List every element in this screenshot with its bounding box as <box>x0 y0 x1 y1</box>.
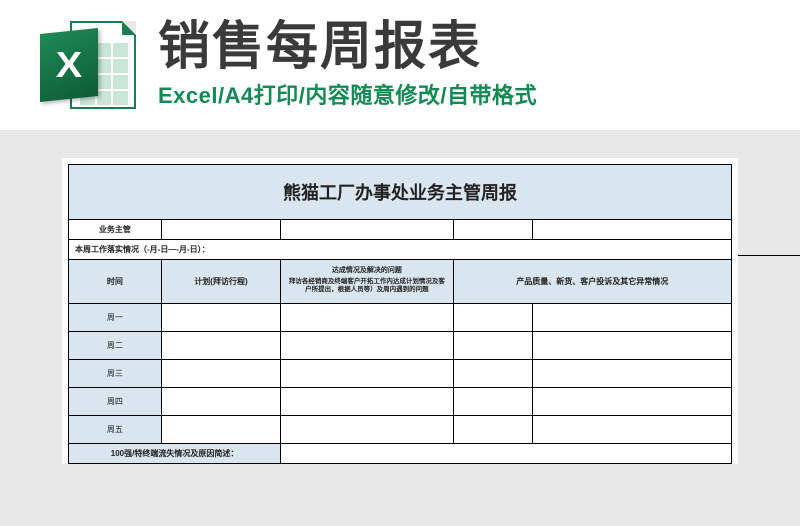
footer-cell <box>281 444 732 464</box>
col-plan: 计划(拜访行程) <box>161 260 280 304</box>
col-quality: 产品质量、新货、客户投诉及其它异常情况 <box>453 260 731 304</box>
page-title: 销售每周报表 <box>158 20 537 75</box>
footer-label: 100强/特终端流失情况及原因简述： <box>69 444 281 464</box>
footer-row: 100强/特终端流失情况及原因简述： <box>69 444 732 464</box>
table-row: 周二 <box>69 332 732 360</box>
col-progress-title: 达成情况及解决的问题 <box>283 267 450 275</box>
supervisor-cell-2 <box>281 220 453 240</box>
table-row: 周一 <box>69 304 732 332</box>
excel-icon-letter: X <box>56 44 82 86</box>
column-header-row: 时间 计划(拜访行程) 达成情况及解决的问题 拜访各经销商及终端客户开拓工作内达… <box>69 260 732 304</box>
header-band: X 销售每周报表 Excel/A4打印/内容随意修改/自带格式 <box>0 0 800 130</box>
sheet-title: 熊猫工厂办事处业务主管周报 <box>68 164 732 219</box>
document-paper: 熊猫工厂办事处业务主管周报 业务主管 本周工作落实情况（-月-日—-月-日）： … <box>62 158 738 464</box>
week-range-row: 本周工作落实情况（-月-日—-月-日）： <box>69 240 732 260</box>
table-row: 周三 <box>69 360 732 388</box>
day-label: 周五 <box>69 416 162 444</box>
preview-stage: 熊猫工厂办事处业务主管周报 业务主管 本周工作落实情况（-月-日—-月-日）： … <box>0 130 800 526</box>
day-label: 周一 <box>69 304 162 332</box>
report-table: 业务主管 本周工作落实情况（-月-日—-月-日）： 时间 计划(拜访行程) 达成… <box>68 219 732 464</box>
col-progress: 达成情况及解决的问题 拜访各经销商及终端客户开拓工作内达成计划情况及客户所提出，… <box>281 260 453 304</box>
supervisor-cell-1 <box>161 220 280 240</box>
col-progress-desc: 拜访各经销商及终端客户开拓工作内达成计划情况及客户所提出，根据人员等）及周内遇到… <box>283 276 450 296</box>
col-time: 时间 <box>69 260 162 304</box>
supervisor-row: 业务主管 <box>69 220 732 240</box>
day-label: 周二 <box>69 332 162 360</box>
table-row: 周五 <box>69 416 732 444</box>
supervisor-cell-3 <box>453 220 533 240</box>
week-range-label: 本周工作落实情况（-月-日—-月-日）： <box>69 240 732 260</box>
page-subtitle: Excel/A4打印/内容随意修改/自带格式 <box>158 78 537 110</box>
day-label: 周四 <box>69 388 162 416</box>
overflow-rule-line <box>738 255 800 256</box>
title-block: 销售每周报表 Excel/A4打印/内容随意修改/自带格式 <box>158 20 537 111</box>
day-label: 周三 <box>69 360 162 388</box>
supervisor-label: 业务主管 <box>69 220 162 240</box>
excel-icon: X <box>40 17 136 113</box>
supervisor-cell-4 <box>533 220 732 240</box>
table-row: 周四 <box>69 388 732 416</box>
